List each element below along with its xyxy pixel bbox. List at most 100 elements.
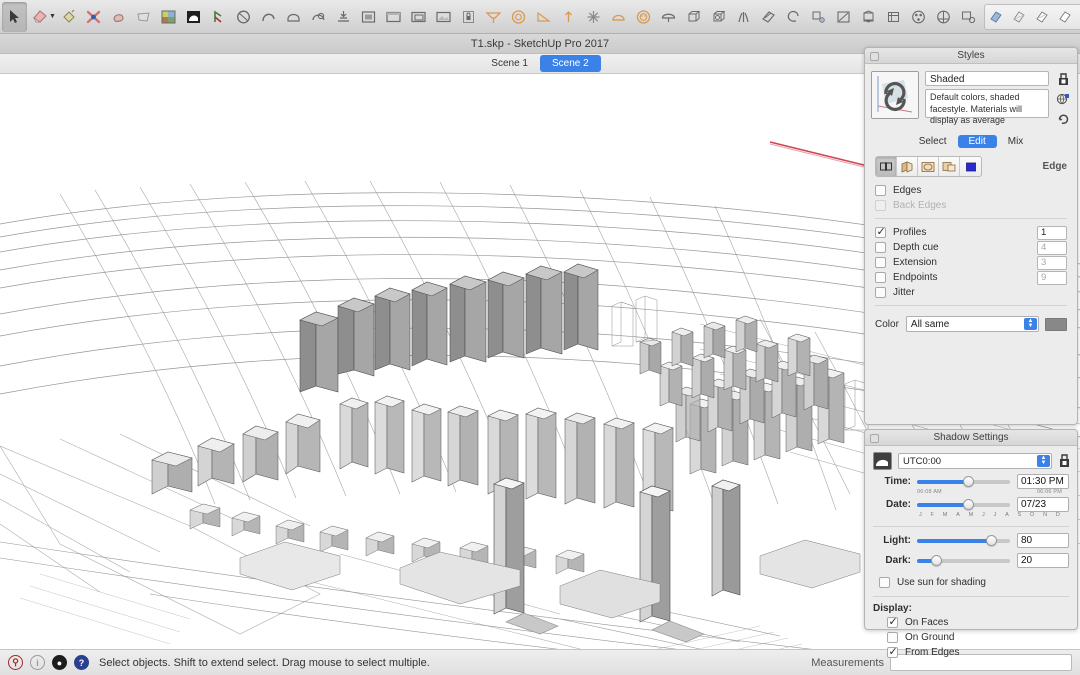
protractor-icon[interactable] [506, 2, 531, 32]
color-mode-select[interactable]: All same ▲ ▼ [905, 316, 1039, 332]
help-icon[interactable]: ? [74, 655, 89, 670]
arc-icon[interactable] [256, 2, 281, 32]
shadow-save-icon[interactable] [1058, 454, 1071, 468]
layers-icon[interactable] [406, 2, 431, 32]
option-row-jitter[interactable]: Jitter [875, 285, 1067, 300]
style-xray-icon[interactable] [985, 5, 1008, 29]
style-thumbnail[interactable] [871, 71, 919, 119]
timezone-chevron-icon[interactable]: ▲ ▼ [1037, 455, 1050, 467]
offset-icon[interactable] [331, 2, 356, 32]
extension-checkbox[interactable] [875, 257, 886, 268]
follow-me-icon[interactable] [306, 2, 331, 32]
light-slider-knob[interactable] [986, 534, 998, 546]
scene-tab-2[interactable]: Scene 2 [540, 55, 601, 72]
display-row-from-edges[interactable]: From Edges [887, 645, 1077, 660]
info-icon[interactable]: i [30, 655, 45, 670]
materials-swatch-icon[interactable] [156, 2, 181, 32]
top-view-icon[interactable] [906, 2, 931, 32]
dark-value-field[interactable]: 20 [1017, 553, 1069, 568]
globe-add-icon[interactable] [1056, 92, 1070, 106]
time-slider-knob[interactable] [963, 475, 975, 487]
style-name-field[interactable]: Shaded [925, 71, 1049, 86]
style-description-field[interactable]: Default colors, shaded facestyle. Materi… [925, 89, 1049, 125]
rotate-cube-icon[interactable] [706, 2, 731, 32]
tab-edit[interactable]: Edit [957, 135, 997, 148]
styles-panel-title[interactable]: Styles [865, 48, 1077, 64]
use-sun-row[interactable]: Use sun for shading [865, 575, 1077, 590]
scale-icon[interactable] [206, 2, 231, 32]
account-icon[interactable]: ● [52, 655, 67, 670]
display-row-on-ground[interactable]: On Ground [887, 630, 1077, 645]
window-icon[interactable] [381, 2, 406, 32]
extension-value[interactable]: 3 [1037, 255, 1067, 270]
option-row-extension[interactable]: Extension 3 [875, 255, 1067, 270]
shadow-panel-collapse-box[interactable] [870, 434, 879, 443]
shadows-icon[interactable] [181, 2, 206, 32]
location-pin-icon[interactable]: ⚲ [8, 655, 23, 670]
pencil-square-icon[interactable] [831, 2, 856, 32]
eraser-icon[interactable] [27, 2, 52, 32]
scene-tab-1[interactable]: Scene 1 [479, 55, 540, 72]
target-icon[interactable] [631, 2, 656, 32]
profiles-value[interactable]: 1 [1037, 225, 1067, 240]
solid-tools-icon[interactable] [756, 2, 781, 32]
select-arrow-icon[interactable] [2, 1, 27, 32]
date-slider-track[interactable] [917, 498, 1010, 510]
edge-color-swatch[interactable] [1045, 317, 1067, 331]
depth-cue-checkbox[interactable] [875, 242, 886, 253]
orbit-icon[interactable] [781, 2, 806, 32]
timezone-select[interactable]: UTC0:00 ▲ ▼ [898, 453, 1052, 469]
background-settings-button[interactable] [918, 157, 939, 176]
dark-slider-track[interactable] [917, 554, 1010, 566]
umbrella-icon[interactable] [656, 2, 681, 32]
style-hidden-line-icon[interactable] [1031, 5, 1054, 29]
axes-icon[interactable] [556, 2, 581, 32]
section-plane-icon[interactable] [481, 2, 506, 32]
option-row-depth-cue[interactable]: Depth cue 4 [875, 240, 1067, 255]
face-settings-button[interactable] [897, 157, 918, 176]
use-sun-checkbox[interactable] [879, 577, 890, 588]
front-view-icon[interactable] [881, 2, 906, 32]
edge-settings-button[interactable] [876, 157, 897, 176]
endpoints-value[interactable]: 9 [1037, 270, 1067, 285]
lock-icon[interactable] [456, 2, 481, 32]
image-frame-icon[interactable] [356, 2, 381, 32]
jitter-checkbox[interactable] [875, 287, 886, 298]
rotate-view-icon[interactable] [956, 2, 981, 32]
option-row-edges[interactable]: Edges [875, 183, 1067, 198]
shadow-toggle-button[interactable] [873, 452, 892, 470]
refresh-icon[interactable] [1057, 112, 1070, 125]
circle-icon[interactable] [231, 2, 256, 32]
shadow-panel-title[interactable]: Shadow Settings [865, 430, 1077, 446]
tab-mix[interactable]: Mix [997, 135, 1035, 148]
date-slider-knob[interactable] [963, 498, 975, 510]
light-value-field[interactable]: 80 [1017, 533, 1069, 548]
on-ground-checkbox[interactable] [887, 632, 898, 643]
option-row-profiles[interactable]: Profiles 1 [875, 225, 1067, 240]
cube-icon[interactable] [681, 2, 706, 32]
pencil-freehand-icon[interactable] [81, 2, 106, 32]
style-shaded-icon[interactable] [1054, 5, 1077, 29]
grass-icon[interactable] [731, 2, 756, 32]
chevron-updown-icon[interactable]: ▲ ▼ [1024, 318, 1037, 330]
move-icon[interactable] [131, 2, 156, 32]
light-slider-track[interactable] [917, 534, 1010, 546]
dark-slider-knob[interactable] [930, 554, 942, 566]
tab-select[interactable]: Select [908, 135, 958, 148]
depth-cue-value[interactable]: 4 [1037, 240, 1067, 255]
polygon-icon[interactable] [281, 2, 306, 32]
style-wireframe-icon[interactable] [1008, 5, 1031, 29]
photo-match-icon[interactable] [431, 2, 456, 32]
sun-icon[interactable] [581, 2, 606, 32]
time-value-field[interactable]: 01:30 PM [1017, 474, 1069, 489]
option-row-endpoints[interactable]: Endpoints 9 [875, 270, 1067, 285]
on-faces-checkbox[interactable] [887, 616, 898, 629]
watermark-settings-button[interactable] [939, 157, 960, 176]
date-value-field[interactable]: 07/23 [1017, 497, 1069, 512]
from-edges-checkbox[interactable] [887, 646, 898, 659]
dome-icon[interactable] [606, 2, 631, 32]
display-row-on-faces[interactable]: On Faces [887, 615, 1077, 630]
paint-bucket-icon[interactable] [56, 2, 81, 32]
modeling-settings-button[interactable] [960, 157, 981, 176]
push-pull-icon[interactable] [106, 2, 131, 32]
